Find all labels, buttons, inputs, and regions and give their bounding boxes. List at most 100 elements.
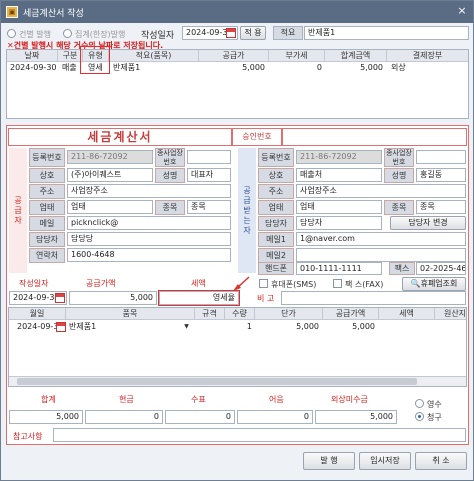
items-row-tax [379, 321, 431, 333]
items-row-spec [195, 321, 222, 333]
items-col-tax: 세액 [379, 308, 435, 320]
supplier-phone-input[interactable]: 1600-4648 [67, 248, 231, 262]
receiver-email1-input[interactable]: 1@naver.com [296, 232, 466, 246]
items-scrollbar[interactable] [9, 376, 466, 386]
supplier-rep-input[interactable]: 대표자 [187, 168, 231, 182]
row-supply: 5,000 [242, 63, 265, 72]
temp-save-button[interactable]: 임시저장 [359, 452, 411, 470]
radio-sum-issue[interactable] [63, 29, 72, 38]
check-label: 수표 [191, 395, 206, 404]
supplier-email-input[interactable]: picknclick@ [67, 216, 231, 230]
receiver-sub-input[interactable] [416, 150, 466, 164]
items-row-supply: 5,000 [352, 322, 375, 331]
approval-label: 승인번호 [232, 128, 282, 146]
title-bar: ▣ 세금계산서 작성 × [1, 1, 473, 23]
items-table: 월일 품목 규격 수량 단가 공급가액 세액 원산지 2024-09-30 반제… [8, 307, 467, 387]
items-col-item: 품목 [66, 308, 195, 320]
amount-supply-input[interactable]: 5,000 [69, 291, 157, 305]
table-row[interactable]: 2024-09-30 매출 영세 반제품1 5,000 0 5,000 외상 [7, 62, 468, 74]
remark-input[interactable] [281, 291, 466, 305]
highlight-type-column [80, 46, 110, 74]
receiver-mobile-label: 핸드폰 [258, 262, 294, 275]
receiver-fax-input[interactable]: 02-2025-4630 [416, 262, 466, 275]
receiver-email1-label: 메일1 [258, 232, 294, 247]
check-input[interactable]: 0 [165, 410, 235, 424]
col-total: 합계금액 [325, 50, 387, 62]
supplier-email-label: 메일 [29, 216, 65, 231]
summary-label: 적요 [273, 26, 303, 40]
receivable-label: 외상미수금 [331, 395, 368, 404]
col-vat: 부가세 [269, 50, 325, 62]
sms-checkbox[interactable] [259, 279, 268, 288]
supplier-phone-label: 연락처 [29, 248, 65, 263]
amount-supply-label: 공급가액 [86, 279, 116, 288]
app-icon: ▣ [6, 6, 18, 18]
row-vat: 0 [316, 63, 322, 72]
receiver-email2-input[interactable] [296, 248, 466, 262]
radio-general-issue[interactable] [7, 29, 16, 38]
items-header: 월일 품목 규격 수량 단가 공급가액 세액 원산지 [9, 308, 466, 320]
supplier-name-input[interactable]: (주)아이퀘스트 [67, 168, 153, 182]
top-table-header: 날짜 구분 유형 적요(품목) 공급가 부가세 합계금액 결제장부 [7, 50, 468, 62]
issue-button[interactable]: 발 행 [303, 452, 355, 470]
fax-check-label: 팩 스(FAX) [345, 280, 384, 289]
items-scroll-thumb[interactable] [17, 378, 417, 385]
supplier-biz-input[interactable]: 업태 [67, 200, 153, 214]
supplier-name-label: 상호 [29, 168, 65, 183]
top-table: 날짜 구분 유형 적요(품목) 공급가 부가세 합계금액 결제장부 2024-0… [6, 49, 469, 119]
change-person-button[interactable]: 담당자 변경 [390, 216, 466, 230]
cancel-button[interactable]: 취 소 [415, 452, 467, 470]
supplier-side-label: 공급자 [9, 148, 27, 273]
supplier-addr-input[interactable]: 사업장주소 [67, 184, 231, 198]
receipt-radio[interactable] [415, 399, 424, 408]
receiver-rep-input[interactable]: 홍길동 [416, 168, 466, 182]
supplier-person-input[interactable]: 담당당 [67, 232, 231, 246]
row-item: 반제품1 [113, 63, 141, 72]
col-supply: 공급가 [199, 50, 269, 62]
apply-button[interactable]: 적 용 [240, 26, 266, 40]
receiver-type-label: 종목 [384, 200, 414, 215]
row-total: 5,000 [360, 63, 383, 72]
supplier-sub-input[interactable] [187, 150, 231, 164]
close-icon[interactable]: × [455, 5, 469, 19]
radio-sum-label: 집계(한장)발행 [75, 30, 126, 39]
items-row[interactable]: 2024-09-30 반제품1 ▼ 1 5,000 5,000 [9, 321, 466, 333]
supplier-reg-input[interactable]: 211-86-72092 [67, 150, 153, 164]
claim-radio[interactable] [415, 412, 424, 421]
closure-check-button[interactable]: 🔍휴폐업조회 [402, 277, 466, 291]
summary-input[interactable]: 반제품1 [304, 26, 469, 40]
receiver-biz-input[interactable]: 업태 [296, 200, 382, 214]
items-row-qty: 1 [246, 322, 252, 331]
receiver-sub-label: 종사업장번호 [384, 148, 414, 167]
receiver-mobile-input[interactable]: 010-1111-1111 [296, 262, 382, 275]
items-col-price: 단가 [255, 308, 323, 320]
receivable-input[interactable]: 5,000 [315, 410, 397, 424]
items-col-qty: 수량 [225, 308, 255, 320]
amount-tax-label: 세액 [191, 279, 206, 288]
supplier-biz-label: 업태 [29, 200, 65, 215]
receiver-name-input[interactable]: 매출처 [296, 168, 382, 182]
receiver-person-input[interactable]: 담당자 [296, 216, 382, 230]
items-calendar-icon[interactable] [56, 322, 66, 332]
receiver-addr-input[interactable]: 사업장주소 [296, 184, 466, 198]
arrow-indicator-icon [233, 276, 250, 291]
items-dropdown-icon[interactable]: ▼ [182, 321, 191, 333]
items-row-price: 5,000 [296, 322, 319, 331]
items-col-date: 월일 [9, 308, 66, 320]
cash-input[interactable]: 0 [85, 410, 163, 424]
row-date: 2024-09-30 [10, 63, 57, 72]
receiver-rep-label: 성명 [384, 168, 414, 183]
amount-calendar-icon[interactable] [55, 293, 65, 303]
supplier-reg-label: 등록번호 [29, 148, 65, 167]
total-input[interactable]: 5,000 [9, 410, 83, 424]
receiver-email2-label: 메일2 [258, 248, 294, 263]
items-col-supply: 공급가액 [323, 308, 379, 320]
receiver-reg-input[interactable]: 211-86-72092 [296, 150, 382, 164]
note-label: 어음 [269, 395, 284, 404]
fax-checkbox[interactable] [333, 279, 342, 288]
reference-input[interactable] [53, 428, 466, 442]
supplier-type-input[interactable]: 종목 [187, 200, 231, 214]
calendar-icon[interactable] [226, 28, 236, 38]
receiver-type-input[interactable]: 종목 [416, 200, 466, 214]
note-input[interactable]: 0 [237, 410, 313, 424]
